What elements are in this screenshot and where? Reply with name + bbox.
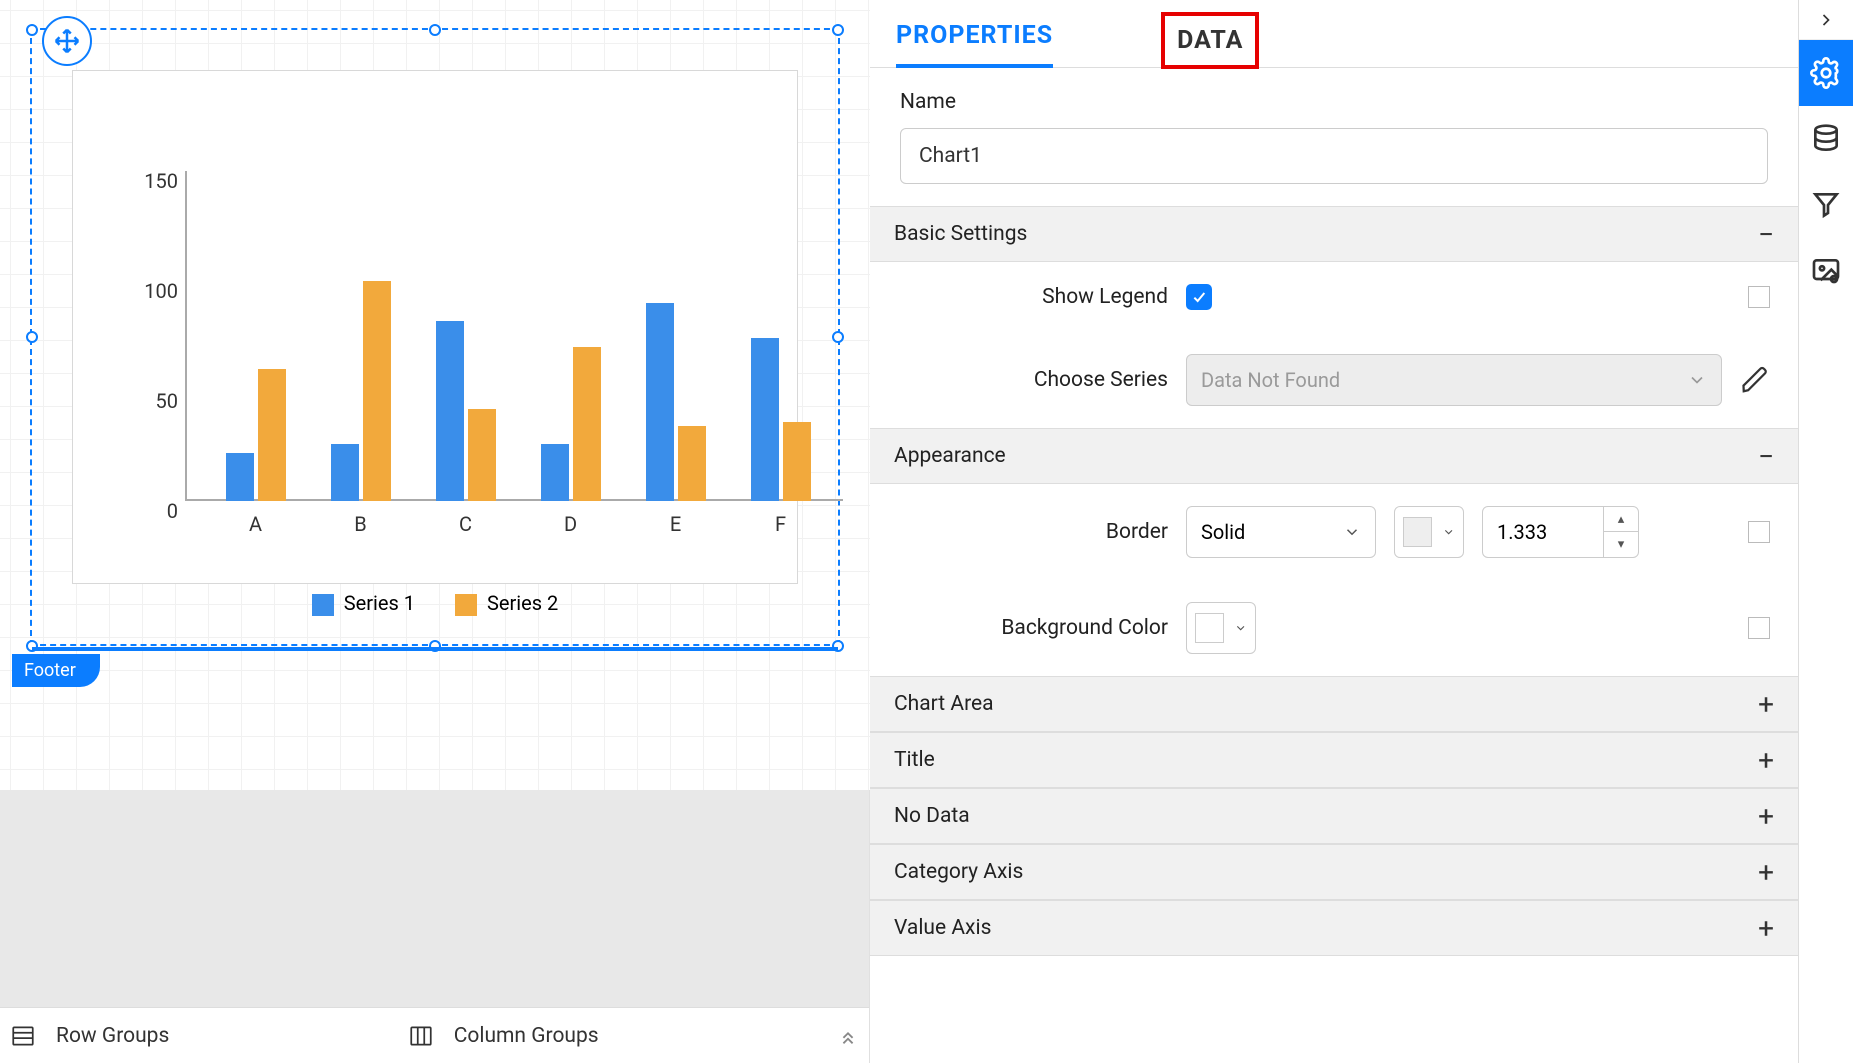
stepper-down-icon[interactable]: ▾ (1604, 532, 1638, 557)
stepper-up-icon[interactable]: ▴ (1604, 507, 1638, 532)
column-groups-icon (408, 1023, 434, 1049)
section-title[interactable]: Title+ (870, 732, 1798, 788)
move-handle-icon[interactable] (42, 16, 92, 66)
designer-area: Chart Title 050100150ABCDEF Series 1 Ser… (0, 0, 870, 1063)
collapse-icon: − (1758, 218, 1774, 251)
advanced-toggle[interactable] (1748, 286, 1770, 308)
chevron-down-icon (1442, 525, 1455, 539)
section-category-axis[interactable]: Category Axis+ (870, 844, 1798, 900)
section-basic-settings[interactable]: Basic Settings − (870, 206, 1798, 262)
collapse-icon: − (1758, 440, 1774, 473)
border-label: Border (898, 520, 1168, 544)
chart-legend: Series 1 Series 2 (32, 591, 838, 616)
resize-handle[interactable] (832, 24, 844, 36)
tab-data[interactable]: DATA (1163, 14, 1257, 67)
canvas[interactable]: Chart Title 050100150ABCDEF Series 1 Ser… (0, 0, 869, 1007)
show-legend-checkbox[interactable] (1186, 284, 1212, 310)
resize-handle[interactable] (26, 24, 38, 36)
row-groups-icon (10, 1023, 36, 1049)
chevron-down-icon (1343, 523, 1361, 541)
image-rail-button[interactable] (1799, 238, 1853, 304)
expand-icon: + (1758, 856, 1774, 889)
data-rail-button[interactable] (1799, 106, 1853, 172)
expand-icon: + (1758, 744, 1774, 777)
name-field-label: Name (900, 90, 1768, 114)
resize-handle[interactable] (26, 640, 38, 652)
resize-handle[interactable] (429, 640, 441, 652)
panel-tabs: PROPERTIES DATA (870, 0, 1798, 68)
footer-section-tag[interactable]: Footer (12, 654, 100, 687)
chart-selection[interactable]: Chart Title 050100150ABCDEF Series 1 Ser… (30, 28, 840, 646)
filter-rail-button[interactable] (1799, 172, 1853, 238)
rail-collapse-icon[interactable] (1799, 0, 1853, 40)
expand-icon: + (1758, 800, 1774, 833)
properties-rail-button[interactable] (1799, 40, 1853, 106)
color-swatch (1195, 613, 1224, 643)
advanced-toggle[interactable] (1748, 521, 1770, 543)
row-groups-label[interactable]: Row Groups (56, 1024, 169, 1048)
border-color-select[interactable] (1394, 506, 1464, 558)
section-no-data[interactable]: No Data+ (870, 788, 1798, 844)
chevron-down-icon (1687, 370, 1707, 390)
section-chart-area[interactable]: Chart Area+ (870, 676, 1798, 732)
chart-plot: 050100150ABCDEF (72, 70, 798, 584)
bgcolor-select[interactable] (1186, 602, 1256, 654)
border-width-input[interactable]: ▴ ▾ (1482, 506, 1639, 558)
advanced-toggle[interactable] (1748, 617, 1770, 639)
expand-groups-icon[interactable] (837, 1025, 859, 1047)
choose-series-label: Choose Series (898, 368, 1168, 392)
chevron-down-icon (1234, 621, 1247, 635)
expand-icon: + (1758, 688, 1774, 721)
choose-series-select[interactable]: Data Not Found (1186, 354, 1722, 406)
expand-icon: + (1758, 912, 1774, 945)
tool-rail (1798, 0, 1853, 1063)
groups-bar: Row Groups Column Groups (0, 1007, 869, 1063)
legend-series-2: Series 2 (487, 591, 558, 615)
section-appearance[interactable]: Appearance − (870, 428, 1798, 484)
border-style-select[interactable]: Solid (1186, 506, 1376, 558)
section-value-axis[interactable]: Value Axis+ (870, 900, 1798, 956)
resize-handle[interactable] (429, 24, 441, 36)
color-swatch (1403, 517, 1432, 547)
edit-series-icon[interactable] (1740, 365, 1770, 395)
resize-handle[interactable] (832, 640, 844, 652)
bgcolor-label: Background Color (898, 616, 1168, 640)
column-groups-label[interactable]: Column Groups (454, 1024, 599, 1048)
show-legend-label: Show Legend (898, 285, 1168, 309)
properties-panel: PROPERTIES DATA Name Basic Settings − Sh… (870, 0, 1798, 1063)
paper: Chart Title 050100150ABCDEF Series 1 Ser… (0, 0, 870, 790)
tab-properties[interactable]: PROPERTIES (896, 7, 1053, 68)
name-input[interactable] (900, 128, 1768, 184)
legend-series-1: Series 1 (344, 591, 415, 615)
resize-handle[interactable] (26, 331, 38, 343)
